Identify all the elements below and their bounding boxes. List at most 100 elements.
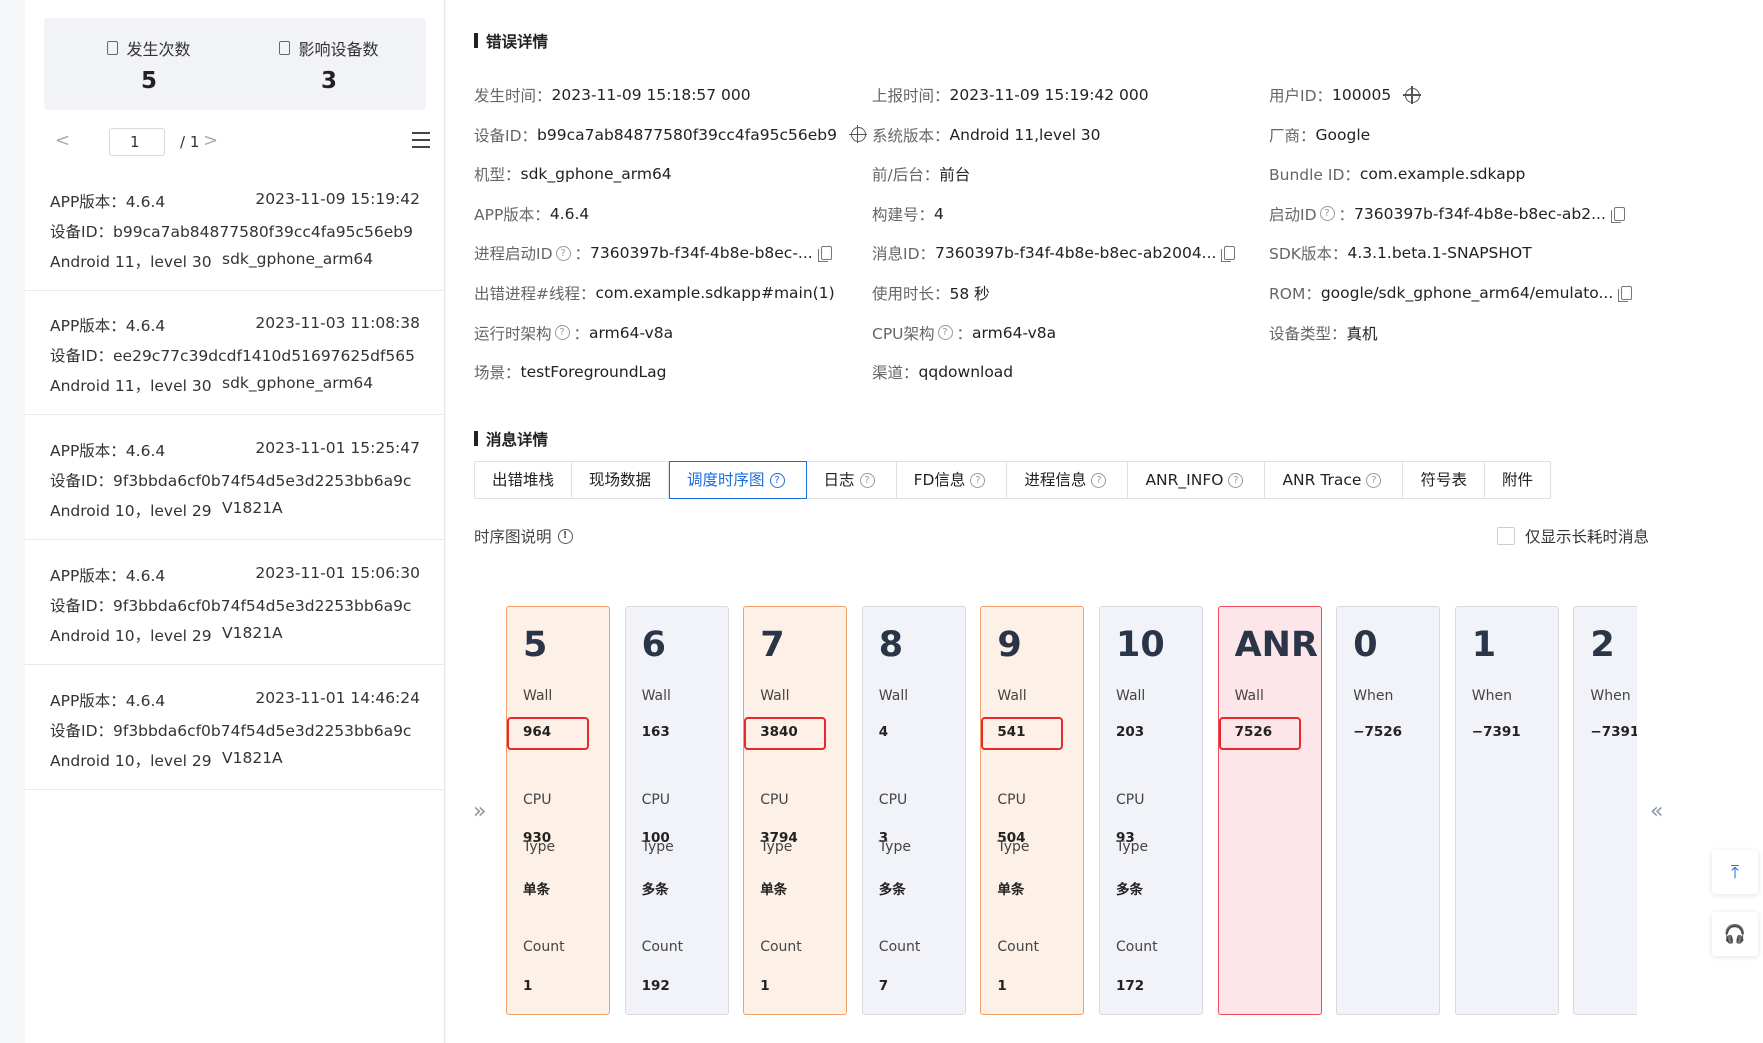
tab-3[interactable]: 日志?	[807, 462, 897, 498]
tab-6[interactable]: ANR_INFO?	[1128, 462, 1266, 498]
info-field-value: testForegroundLag	[520, 363, 667, 382]
info-field-key: CPU架构	[872, 324, 935, 343]
next-page-button[interactable]: >	[203, 130, 218, 151]
timeline-card[interactable]: 8 Wall 4 CPU 3 Type 多条 Count 7	[861, 606, 966, 1015]
record-os: Android 11，level 30	[50, 377, 212, 395]
record-item[interactable]: APP版本：4.6.4 2023-11-01 14:46:24 设备ID：9f3bb…	[25, 665, 445, 790]
affected-devices-stat: 影响设备数 3	[244, 36, 414, 94]
timeline-card[interactable]: 7 Wall 3840 CPU 3794 Type 单条 Count 1	[743, 606, 848, 1015]
record-item[interactable]: APP版本：4.6.4 2023-11-09 15:19:42 设备ID：b99ca…	[25, 166, 445, 291]
support-button[interactable]: 🎧	[1712, 912, 1758, 956]
timeline-card[interactable]: 2 When −7391	[1573, 606, 1637, 1015]
tab-0[interactable]: 出错堆栈	[475, 462, 573, 498]
locate-icon[interactable]	[848, 125, 867, 144]
info-icon[interactable]: !	[557, 528, 573, 544]
tab-8[interactable]: 符号表	[1403, 462, 1485, 498]
help-icon[interactable]: ?	[555, 245, 571, 261]
info-field-key: ROM：	[1269, 285, 1321, 303]
info-field-key: 使用时长：	[872, 285, 950, 303]
card-field-label: Wall	[1234, 688, 1264, 704]
card-field-label: Type	[1116, 839, 1149, 855]
only-long-messages-toggle[interactable]: 仅显示长耗时消息	[1497, 525, 1649, 547]
record-os: Android 11，level 30	[50, 253, 212, 271]
locate-icon[interactable]	[1403, 85, 1422, 104]
timeline-card[interactable]: 10 Wall 203 CPU 93 Type 多条 Count 172	[1099, 606, 1203, 1015]
help-icon[interactable]: ?	[554, 325, 570, 341]
record-model: V1821A	[222, 499, 283, 517]
card-field-value: −7391	[1590, 724, 1637, 740]
card-field-label: Wall	[1116, 688, 1146, 704]
only-long-messages-checkbox[interactable]	[1497, 527, 1515, 545]
record-os: Android 10，level 29	[50, 502, 212, 520]
tab-9[interactable]: 附件	[1485, 462, 1550, 498]
info-field: 出错进程#线程： com.example.sdkapp#main(1)	[474, 282, 835, 304]
card-field-value: 多条	[878, 882, 906, 898]
info-field-key: 场景：	[474, 364, 521, 383]
info-field: 进程启动ID?： 7360397b-f34f-4b8e-b8ec-...	[474, 242, 832, 264]
record-time: 2023-11-01 15:25:47	[255, 439, 420, 457]
back-to-top-icon: ⤒	[1731, 861, 1739, 883]
tab-7[interactable]: ANR Trace?	[1265, 462, 1404, 498]
card-field-label: Type	[641, 839, 674, 855]
prev-page-button[interactable]: <	[55, 130, 70, 151]
card-id: 10	[1116, 625, 1165, 665]
info-field-value: 前台	[939, 166, 971, 185]
help-icon[interactable]: ?	[1319, 206, 1335, 222]
timeline-card[interactable]: 0 When −7526	[1336, 606, 1441, 1015]
copy-icon[interactable]	[1221, 246, 1236, 263]
card-field-label: CPU	[878, 792, 908, 808]
record-item[interactable]: APP版本：4.6.4 2023-11-03 11:08:38 设备ID：ee29c…	[25, 290, 445, 415]
tab-1[interactable]: 现场数据	[572, 462, 670, 498]
card-field-value: 172	[1116, 978, 1145, 994]
stats-panel: 发生次数 5 影响设备数 3	[44, 18, 426, 110]
highlight-box	[744, 717, 827, 750]
card-id: 0	[1353, 625, 1378, 665]
tab-2[interactable]: 调度时序图?	[669, 461, 807, 499]
copy-icon[interactable]	[817, 246, 832, 263]
card-field-label: Type	[997, 839, 1030, 855]
timeline-card[interactable]: 6 Wall 163 CPU 100 Type 多条 Count 192	[624, 606, 729, 1015]
record-os: Android 10，level 29	[50, 627, 212, 645]
tab-4[interactable]: FD信息?	[897, 462, 1008, 498]
timeline-card[interactable]: ANR Wall 7526	[1217, 606, 1322, 1015]
record-item[interactable]: APP版本：4.6.4 2023-11-01 15:25:47 设备ID：9f3bb…	[25, 415, 445, 540]
timeline-card[interactable]: 5 Wall 964 CPU 930 Type 单条 Count 1	[506, 606, 610, 1015]
help-icon[interactable]: ?	[1366, 472, 1382, 488]
info-field-value: 2023-11-09 15:19:42 000	[949, 86, 1149, 104]
help-icon[interactable]: ?	[1091, 472, 1107, 488]
tab-5[interactable]: 进程信息?	[1007, 462, 1129, 498]
list-menu-icon[interactable]	[412, 132, 430, 148]
card-id: 6	[641, 625, 666, 665]
help-icon[interactable]: ?	[1228, 472, 1244, 488]
timeline-next-arrow[interactable]: «	[1650, 799, 1663, 824]
help-icon[interactable]: ?	[970, 472, 986, 488]
help-icon[interactable]: ?	[937, 325, 953, 341]
card-id: 1	[1471, 625, 1497, 665]
record-item[interactable]: APP版本：4.6.4 2023-11-01 15:06:30 设备ID：9f3bb…	[25, 540, 445, 665]
info-field-value: sdk_gphone_arm64	[520, 165, 672, 184]
card-field-value: 1	[997, 978, 1007, 994]
info-field-key: 前/后台：	[872, 166, 940, 185]
tab-label: ANR_INFO	[1145, 471, 1224, 489]
card-id: 2	[1590, 625, 1615, 665]
info-field: 场景： testForegroundLag	[474, 361, 667, 383]
card-field-label: Count	[523, 939, 565, 955]
card-field-label: Type	[523, 839, 556, 855]
copy-icon[interactable]	[1610, 206, 1625, 223]
timeline-card[interactable]: 9 Wall 541 CPU 504 Type 单条 Count 1	[980, 606, 1085, 1015]
back-to-top-button[interactable]: ⤒	[1712, 850, 1758, 894]
occurrence-stat: 发生次数 5	[64, 36, 234, 94]
help-icon[interactable]: ?	[769, 472, 785, 488]
card-field-label: Count	[760, 939, 802, 955]
record-app-version: APP版本：4.6.4	[50, 692, 166, 710]
timeline-prev-arrow[interactable]: »	[473, 799, 486, 824]
info-field-value: arm64-v8a	[589, 323, 674, 342]
timeline-card[interactable]: 1 When −7391	[1454, 606, 1559, 1015]
page-number-input[interactable]: 1	[109, 128, 165, 156]
timeline-legend[interactable]: 时序图说明 !	[474, 525, 573, 547]
card-field-value: 7	[878, 978, 889, 994]
help-icon[interactable]: ?	[859, 472, 875, 488]
record-os: Android 10，level 29	[50, 752, 212, 770]
copy-icon[interactable]	[1618, 286, 1633, 302]
card-field-label: Count	[878, 939, 921, 955]
